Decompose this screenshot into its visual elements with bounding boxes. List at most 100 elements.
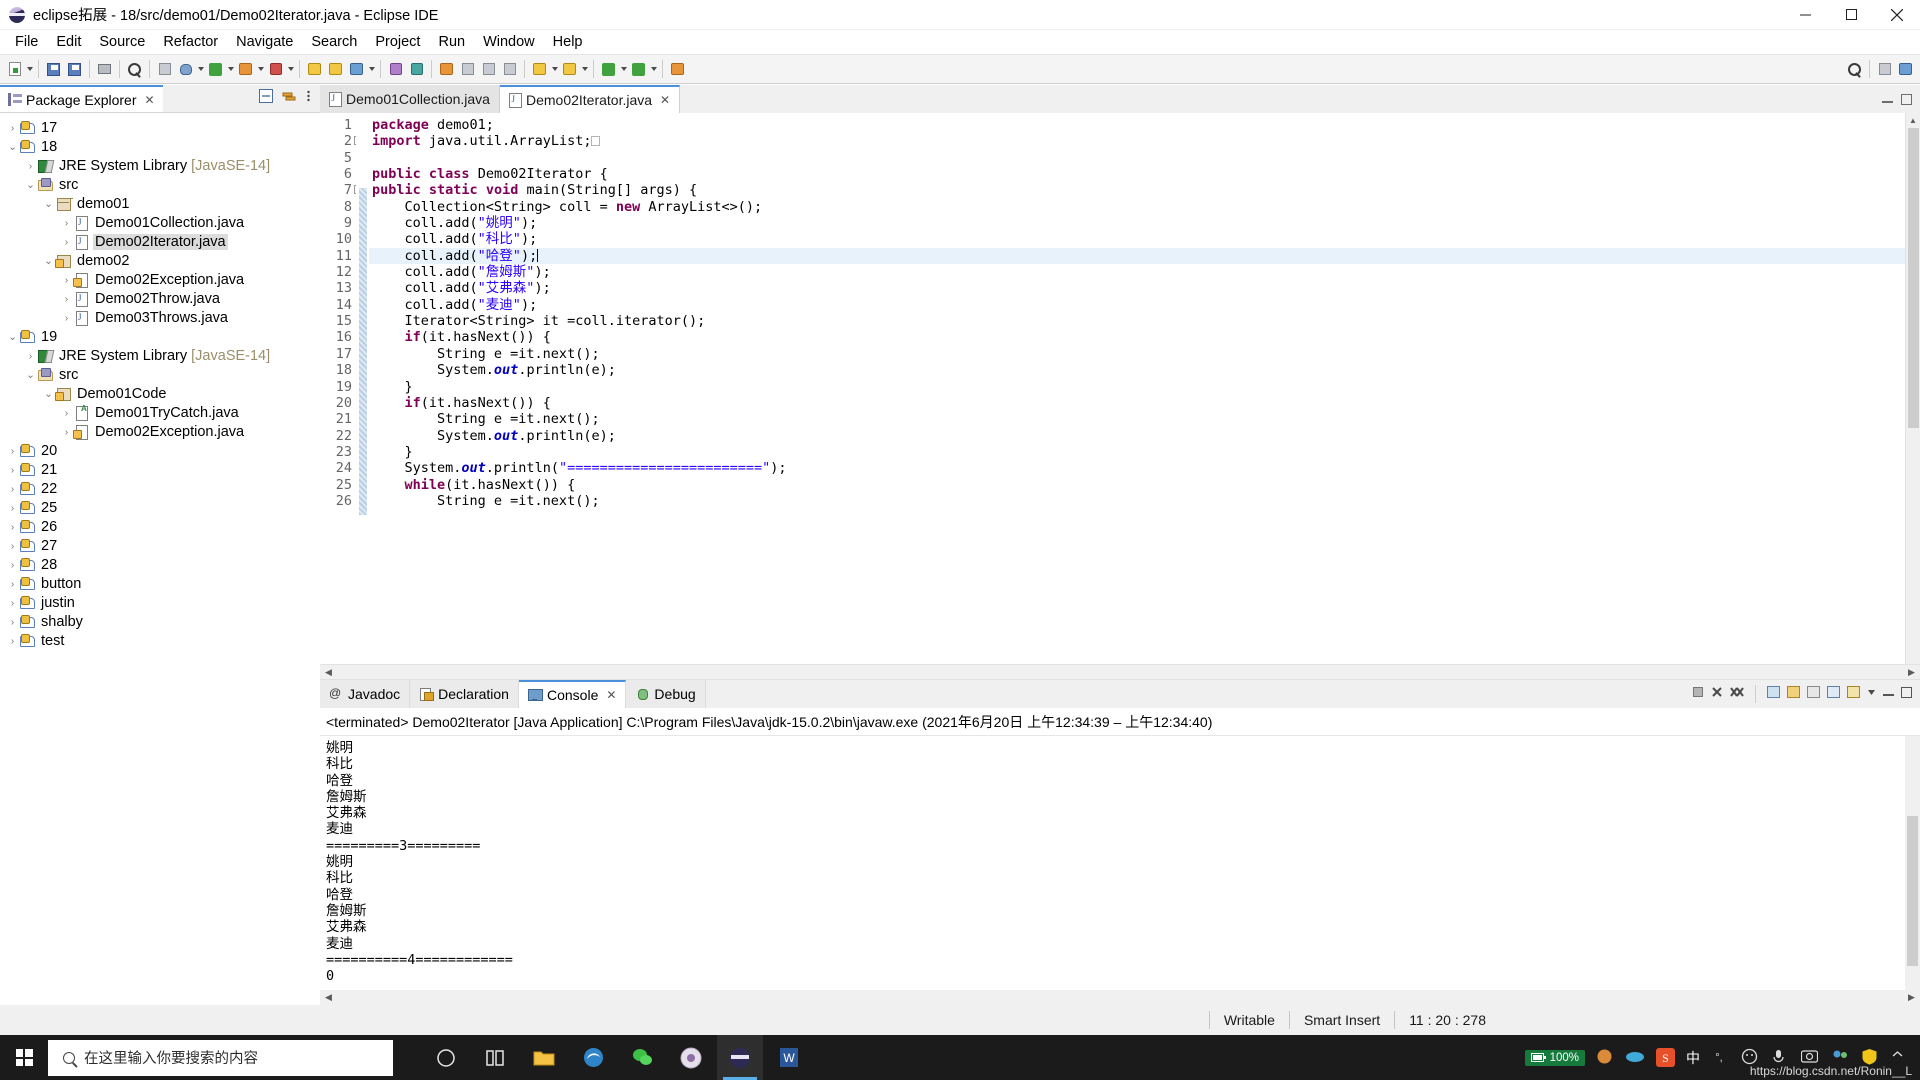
run-external-dropdown[interactable] xyxy=(256,58,265,80)
scroll-left-icon[interactable]: ◀ xyxy=(320,667,337,678)
tree-item-17[interactable]: › 17 xyxy=(0,118,320,137)
open-perspective-icon[interactable] xyxy=(1874,58,1895,80)
tree-item-demo01code[interactable]: ⌄ Demo01Code xyxy=(0,384,320,403)
tree-item-src[interactable]: ⌄ src xyxy=(0,365,320,384)
tab-package-explorer[interactable]: Package Explorer ✕ xyxy=(0,85,163,112)
code-line[interactable]: package demo01; xyxy=(369,117,1905,133)
remove-launch-icon[interactable] xyxy=(1711,685,1723,703)
new-class-icon[interactable] xyxy=(346,58,367,80)
chevron-right-icon[interactable]: › xyxy=(6,559,19,571)
block-selection-icon[interactable] xyxy=(499,58,520,80)
show-breadcrumb-icon[interactable] xyxy=(478,58,499,80)
tree-item-jre-system-library[interactable]: › JRE System Library [JavaSE-14] xyxy=(0,346,320,365)
start-button[interactable] xyxy=(0,1035,48,1080)
tree-item-demo02iterator-java[interactable]: › Demo02Iterator.java xyxy=(0,232,320,251)
chevron-right-icon[interactable]: › xyxy=(60,293,73,305)
open-type-icon[interactable] xyxy=(385,58,406,80)
tree-item-27[interactable]: › 27 xyxy=(0,536,320,555)
save-icon[interactable] xyxy=(43,58,64,80)
scroll-right-icon[interactable]: ▶ xyxy=(1903,992,1920,1003)
console-vertical-scrollbar[interactable] xyxy=(1905,736,1920,990)
terminate-icon[interactable] xyxy=(1692,685,1704,703)
tab-debug[interactable]: Debug xyxy=(626,680,706,708)
toggle-mark-occurrences-icon[interactable] xyxy=(436,58,457,80)
maximize-button[interactable] xyxy=(1828,0,1874,30)
maximize-console-icon[interactable] xyxy=(1901,685,1912,703)
chevron-right-icon[interactable]: › xyxy=(6,578,19,590)
scroll-lock-icon[interactable] xyxy=(1787,685,1800,703)
sogou-ime-icon[interactable]: S xyxy=(1656,1048,1675,1067)
run-dropdown[interactable] xyxy=(226,58,235,80)
tree-item-20[interactable]: › 20 xyxy=(0,441,320,460)
chevron-down-icon[interactable]: ⌄ xyxy=(42,255,55,267)
code-line[interactable] xyxy=(369,150,1905,166)
tree-item-demo01collection-java[interactable]: › Demo01Collection.java xyxy=(0,213,320,232)
close-button[interactable] xyxy=(1874,0,1920,30)
menu-refactor[interactable]: Refactor xyxy=(154,32,227,52)
wechat-icon[interactable] xyxy=(619,1035,665,1080)
menu-navigate[interactable]: Navigate xyxy=(227,32,302,52)
tree-item-22[interactable]: › 22 xyxy=(0,479,320,498)
pin-editor-icon[interactable] xyxy=(667,58,688,80)
chevron-down-icon[interactable]: ⌄ xyxy=(24,179,37,191)
new-wizard-icon[interactable] xyxy=(4,58,25,80)
back-dropdown[interactable] xyxy=(619,58,628,80)
chevron-right-icon[interactable]: › xyxy=(6,483,19,495)
code-line[interactable]: Iterator<String> it =coll.iterator(); xyxy=(369,313,1905,329)
code-line[interactable]: public static void main(String[] args) { xyxy=(369,182,1905,198)
code-line[interactable]: System.out.println(e); xyxy=(369,362,1905,378)
view-menu-icon[interactable] xyxy=(306,89,311,108)
next-annotation-icon[interactable] xyxy=(559,58,580,80)
tree-item-demo01trycatch-java[interactable]: › Demo01TryCatch.java xyxy=(0,403,320,422)
tree-item-button[interactable]: › button xyxy=(0,574,320,593)
run-icon[interactable] xyxy=(205,58,226,80)
edge-icon[interactable] xyxy=(570,1035,616,1080)
previous-annotation-dropdown[interactable] xyxy=(550,58,559,80)
console-horizontal-scrollbar[interactable]: ◀ ▶ xyxy=(320,990,1920,1005)
search-toolbar-icon[interactable] xyxy=(124,58,145,80)
tree-item-demo03throws-java[interactable]: › Demo03Throws.java xyxy=(0,308,320,327)
next-annotation-dropdown[interactable] xyxy=(580,58,589,80)
tab-demo01collection[interactable]: Demo01Collection.java xyxy=(320,85,500,113)
display-selected-console-icon[interactable] xyxy=(1827,685,1840,703)
tree-item-19[interactable]: ⌄ 19 xyxy=(0,327,320,346)
new-wizard-dropdown[interactable] xyxy=(25,58,34,80)
code-line[interactable]: if(it.hasNext()) { xyxy=(369,395,1905,411)
project-tree[interactable]: › 17 ⌄ 18 › JRE System Library [JavaSE-14] ⌄ sr… xyxy=(0,113,320,1005)
battery-status[interactable]: 100% xyxy=(1524,1049,1585,1066)
menu-window[interactable]: Window xyxy=(474,32,544,52)
code-line[interactable]: System.out.println(e); xyxy=(369,428,1905,444)
tree-item-demo02[interactable]: ⌄ demo02 xyxy=(0,251,320,270)
show-whitespace-icon[interactable] xyxy=(457,58,478,80)
tree-item-demo02exception-java[interactable]: › Demo02Exception.java xyxy=(0,270,320,289)
tab-javadoc[interactable]: Javadoc xyxy=(320,680,411,708)
open-console-icon[interactable] xyxy=(1767,685,1780,703)
forward-dropdown[interactable] xyxy=(649,58,658,80)
quick-access-search-icon[interactable] xyxy=(1844,58,1865,80)
chevron-right-icon[interactable]: › xyxy=(60,217,73,229)
menu-project[interactable]: Project xyxy=(366,32,429,52)
menu-run[interactable]: Run xyxy=(429,32,474,52)
ime-language-label[interactable]: 中 xyxy=(1686,1048,1700,1068)
scroll-thumb[interactable] xyxy=(1908,128,1919,428)
code-line[interactable]: coll.add("科比"); xyxy=(369,231,1905,247)
chevron-right-icon[interactable]: › xyxy=(60,426,73,438)
cortana-icon[interactable] xyxy=(472,1035,518,1080)
code-line[interactable]: coll.add("詹姆斯"); xyxy=(369,264,1905,280)
notification-bell-icon[interactable] xyxy=(1596,1048,1615,1067)
tree-item-demo02throw-java[interactable]: › Demo02Throw.java xyxy=(0,289,320,308)
code-line[interactable]: Collection<String> coll = new ArrayList<… xyxy=(369,199,1905,215)
chevron-right-icon[interactable]: › xyxy=(60,274,73,286)
media-player-icon[interactable] xyxy=(668,1035,714,1080)
code-line[interactable]: public class Demo02Iterator { xyxy=(369,166,1905,182)
task-view-icon[interactable] xyxy=(423,1035,469,1080)
previous-annotation-icon[interactable] xyxy=(529,58,550,80)
minimize-button[interactable] xyxy=(1782,0,1828,30)
new-console-view-icon[interactable] xyxy=(1847,685,1860,703)
code-line[interactable]: System.out.println("====================… xyxy=(369,460,1905,476)
chevron-right-icon[interactable]: › xyxy=(60,312,73,324)
tab-demo02iterator[interactable]: Demo02Iterator.java ✕ xyxy=(499,85,681,113)
link-with-editor-icon[interactable] xyxy=(282,89,297,108)
chevron-right-icon[interactable]: › xyxy=(6,464,19,476)
minimize-console-icon[interactable] xyxy=(1883,685,1894,703)
